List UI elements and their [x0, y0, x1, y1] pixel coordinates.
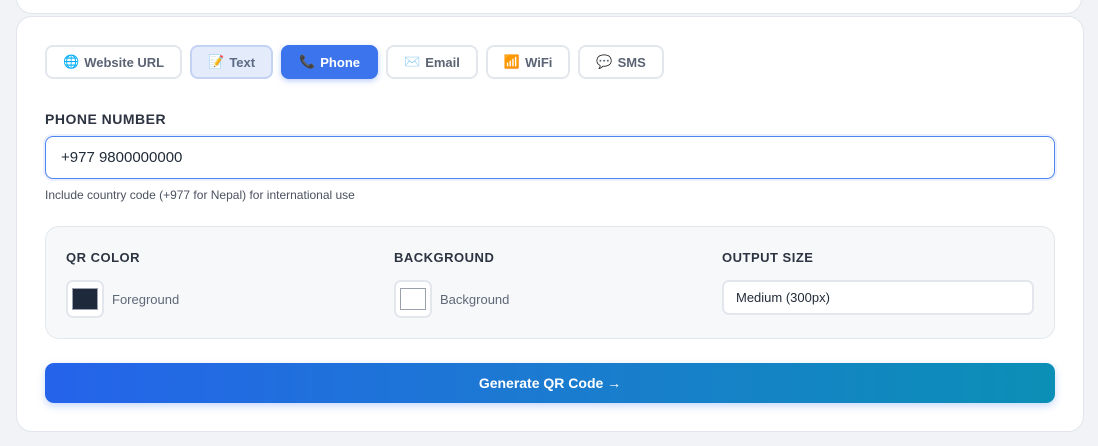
foreground-label: Foreground: [112, 292, 180, 307]
generate-qr-button[interactable]: Generate QR Code →: [45, 363, 1055, 403]
foreground-swatch: [72, 288, 98, 310]
type-tabs: 🌐 Website URL 📝 Text 📞 Phone ✉️ Email 📶 …: [45, 45, 664, 79]
output-size-label: OUTPUT SIZE: [722, 250, 814, 265]
background-color-picker[interactable]: [394, 280, 432, 318]
output-size-select[interactable]: Medium (300px): [722, 280, 1034, 315]
memo-icon: 📝: [208, 54, 225, 69]
tab-email[interactable]: ✉️ Email: [386, 45, 478, 79]
phone-hint: Include country code (+977 for Nepal) fo…: [45, 188, 355, 202]
tab-website-url[interactable]: 🌐 Website URL: [45, 45, 183, 79]
previous-card: [16, 0, 1082, 14]
tab-text[interactable]: 📝 Text: [190, 45, 274, 79]
envelope-icon: ✉️: [404, 54, 421, 69]
phone-number-label: PHONE NUMBER: [45, 111, 167, 127]
tab-label: Text: [229, 54, 256, 70]
qr-color-label: QR COLOR: [66, 250, 141, 265]
phone-icon: 📞: [299, 54, 316, 69]
background-label: BACKGROUND: [394, 250, 495, 265]
tab-label: Email: [425, 54, 460, 70]
tab-phone[interactable]: 📞 Phone: [281, 45, 378, 79]
signal-icon: 📶: [503, 54, 521, 69]
tab-label: Website URL: [84, 54, 165, 70]
qr-generator-card: 🌐 Website URL 📝 Text 📞 Phone ✉️ Email 📶 …: [16, 16, 1084, 432]
tab-label: WiFi: [525, 54, 553, 70]
background-swatch: [400, 288, 426, 310]
globe-icon: 🌐: [63, 54, 80, 69]
tab-label: Phone: [320, 54, 360, 70]
tab-wifi[interactable]: 📶 WiFi: [485, 45, 571, 79]
qr-options-panel: QR COLOR Foreground BACKGROUND Backgroun…: [45, 226, 1055, 339]
speech-bubble-icon: 💬: [596, 54, 613, 69]
foreground-color-picker[interactable]: [66, 280, 104, 318]
phone-number-input[interactable]: [45, 136, 1055, 179]
tab-sms[interactable]: 💬 SMS: [578, 45, 664, 79]
background-swatch-label: Background: [440, 292, 510, 307]
tab-label: SMS: [617, 54, 646, 70]
